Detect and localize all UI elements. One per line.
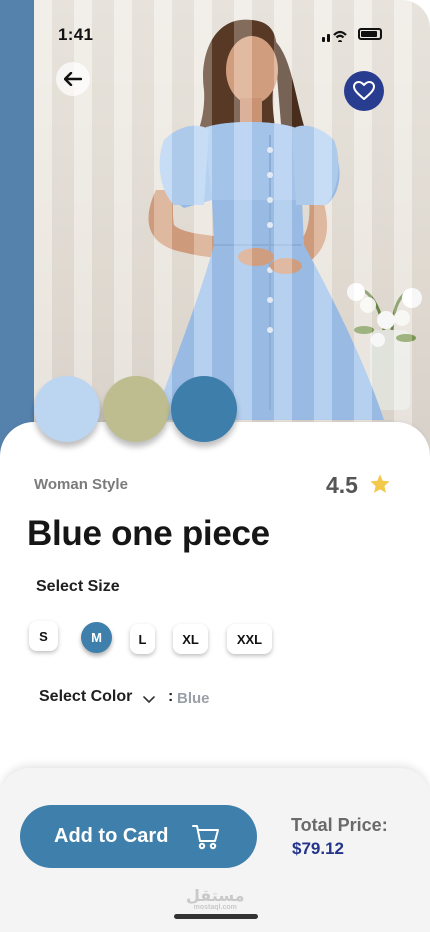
add-to-cart-button[interactable]: Add to Card bbox=[20, 805, 257, 868]
select-color-label[interactable]: Select Color bbox=[39, 688, 132, 706]
watermark-logo: مستقل mostaql.com bbox=[186, 886, 245, 911]
size-option-l[interactable]: L bbox=[130, 624, 155, 654]
heart-icon bbox=[353, 81, 375, 100]
selected-color-value: Blue bbox=[177, 690, 210, 707]
left-accent-strip bbox=[0, 0, 36, 470]
size-option-xl[interactable]: XL bbox=[173, 624, 208, 654]
product-detail-screen: 1:41 Woman Style 4.5 Blue one piece Sele… bbox=[0, 0, 430, 932]
total-price-label: Total Price: bbox=[291, 815, 388, 835]
favorite-button[interactable] bbox=[344, 71, 384, 111]
total-price-value: $79.12 bbox=[292, 839, 344, 858]
swatch-steel-blue[interactable] bbox=[171, 376, 237, 442]
swatch-light-blue[interactable] bbox=[34, 376, 100, 442]
status-bar: 1:41 bbox=[0, 0, 430, 56]
swatch-sage[interactable] bbox=[103, 376, 169, 442]
product-rating: 4.5 bbox=[326, 472, 358, 498]
star-icon bbox=[370, 474, 390, 493]
select-size-label: Select Size bbox=[36, 578, 120, 595]
size-option-xxl[interactable]: XXL bbox=[227, 624, 272, 654]
size-option-label: S bbox=[39, 628, 48, 644]
back-button[interactable] bbox=[56, 62, 90, 96]
product-category: Woman Style bbox=[34, 476, 128, 493]
size-option-label: XXL bbox=[236, 631, 263, 647]
shopping-cart-icon bbox=[192, 825, 219, 850]
arrow-left-icon bbox=[64, 72, 82, 86]
add-to-cart-label: Add to Card bbox=[54, 825, 169, 847]
watermark-text: مستقل bbox=[186, 888, 245, 905]
size-option-label: XL bbox=[182, 631, 199, 647]
size-option-label: M bbox=[91, 630, 102, 645]
home-indicator[interactable] bbox=[174, 914, 258, 919]
watermark-subtext: mostaql.com bbox=[193, 904, 237, 911]
size-option-m[interactable]: M bbox=[81, 622, 112, 653]
product-title: Blue one piece bbox=[27, 514, 270, 553]
size-option-label: L bbox=[138, 631, 147, 647]
status-time: 1:41 bbox=[58, 25, 94, 44]
size-option-s[interactable]: S bbox=[29, 621, 58, 651]
color-separator: : bbox=[168, 688, 174, 705]
chevron-down-icon[interactable] bbox=[143, 694, 155, 704]
battery-icon bbox=[358, 28, 382, 40]
